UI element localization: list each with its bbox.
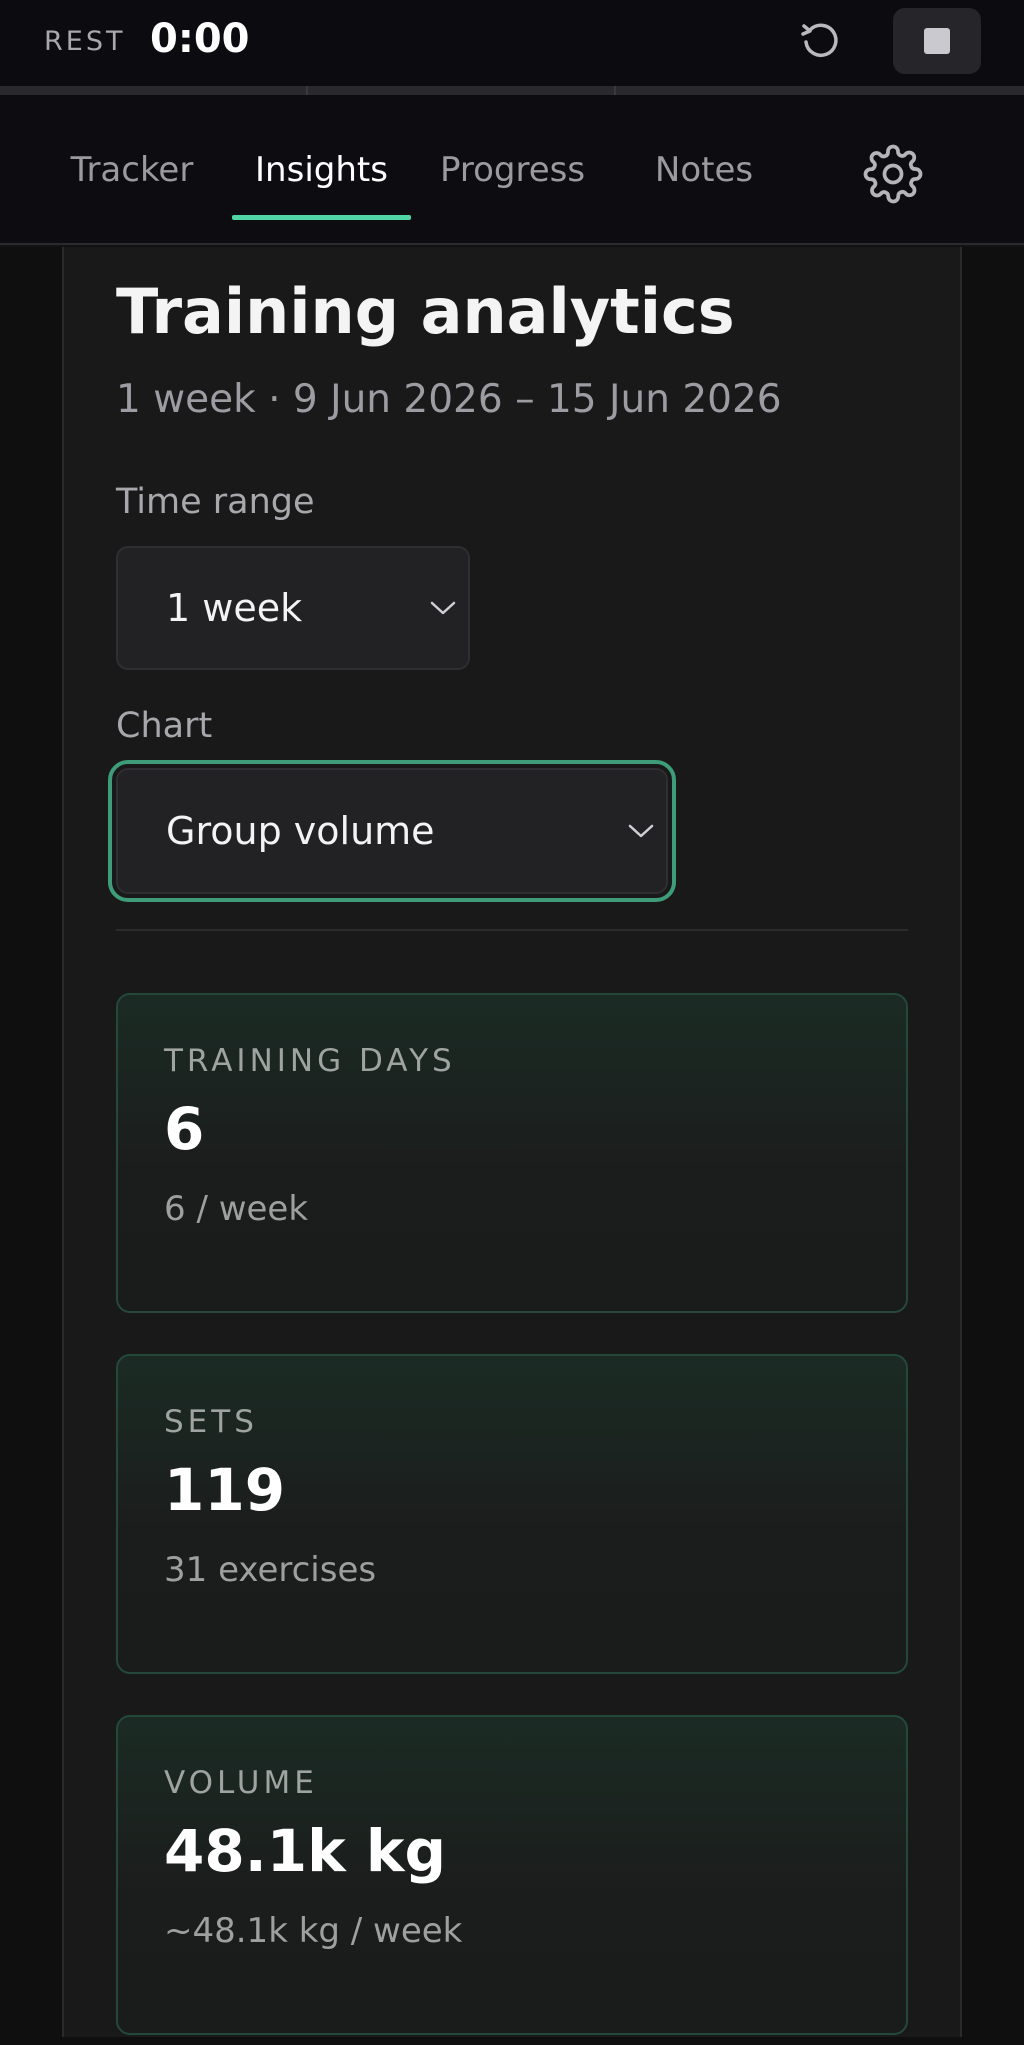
time-range-value: 1 week <box>166 586 303 630</box>
time-range-select[interactable]: 1 week <box>116 546 470 670</box>
time-range-label: Time range <box>116 482 315 522</box>
stat-label: TRAINING DAYS <box>164 1043 456 1079</box>
rest-label: REST <box>44 26 126 57</box>
gear-icon <box>863 144 923 204</box>
stat-value: 119 <box>164 1456 286 1524</box>
page-title: Training analytics <box>116 275 735 348</box>
tab-notes[interactable]: Notes <box>630 95 778 245</box>
tab-tracker[interactable]: Tracker <box>52 95 212 245</box>
rest-timer-bar: REST 0:00 <box>0 0 1024 86</box>
stop-timer-button[interactable] <box>893 8 981 74</box>
settings-button[interactable] <box>862 143 924 205</box>
stat-value: 48.1k kg <box>164 1817 446 1885</box>
chevron-down-icon <box>628 824 654 838</box>
stat-subtext: 6 / week <box>164 1189 309 1229</box>
active-tab-indicator <box>232 215 411 220</box>
stat-card-sets: SETS 119 31 exercises <box>116 1354 908 1674</box>
stat-label: VOLUME <box>164 1765 318 1801</box>
rest-time: 0:00 <box>150 16 250 62</box>
progress-tick <box>306 86 308 95</box>
date-range-subtitle: 1 week · 9 Jun 2026 – 15 Jun 2026 <box>116 377 782 422</box>
chart-label: Chart <box>116 706 213 746</box>
tab-progress[interactable]: Progress <box>425 95 600 245</box>
stat-subtext: 31 exercises <box>164 1550 377 1590</box>
section-divider <box>116 929 908 931</box>
progress-tick <box>614 86 616 95</box>
chevron-down-icon <box>430 601 456 615</box>
chart-value: Group volume <box>166 809 435 853</box>
stat-card-training-days: TRAINING DAYS 6 6 / week <box>116 993 908 1313</box>
tab-bar: Tracker Insights Progress Notes <box>0 95 1024 245</box>
timer-progress-strip <box>0 86 1024 95</box>
stat-card-volume: VOLUME 48.1k kg ~48.1k kg / week <box>116 1715 908 2035</box>
reset-timer-button[interactable] <box>792 14 848 70</box>
stat-label: SETS <box>164 1404 258 1440</box>
tab-insights[interactable]: Insights <box>232 95 411 245</box>
chart-select[interactable]: Group volume <box>108 760 676 902</box>
reset-icon <box>801 23 838 58</box>
stat-subtext: ~48.1k kg / week <box>164 1911 463 1951</box>
stop-icon <box>924 28 950 54</box>
stat-value: 6 <box>164 1095 205 1163</box>
